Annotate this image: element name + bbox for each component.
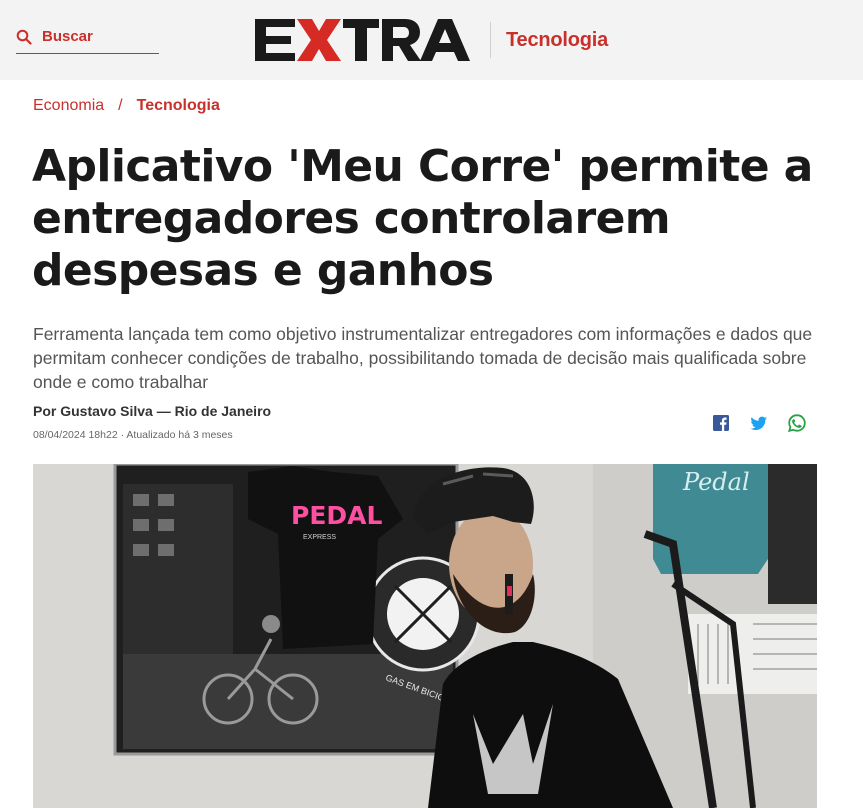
article-headline: Aplicativo 'Meu Corre' permite a entrega… bbox=[32, 141, 813, 296]
breadcrumb-tecnologia[interactable]: Tecnologia bbox=[137, 97, 220, 115]
search-icon bbox=[16, 29, 32, 45]
article-subtitle: Ferramenta lançada tem como objetivo ins… bbox=[33, 324, 813, 392]
article-dateline: 08/04/2024 18h22 · Atualizado há 3 meses bbox=[33, 429, 233, 441]
twitter-icon[interactable] bbox=[749, 413, 769, 433]
jersey-text-pedal-teal: Pedal bbox=[682, 468, 750, 496]
section-title[interactable]: Tecnologia bbox=[506, 29, 608, 52]
share-bar bbox=[711, 413, 807, 433]
jersey-text-express: EXPRESS bbox=[303, 534, 336, 541]
extra-logo[interactable] bbox=[255, 19, 477, 61]
jersey-text-pedal: PEDAL bbox=[291, 501, 383, 530]
site-header: Buscar Tecnologia bbox=[0, 0, 863, 80]
facebook-icon[interactable] bbox=[711, 413, 731, 433]
breadcrumb: Economia / Tecnologia bbox=[33, 97, 220, 115]
header-divider bbox=[490, 22, 491, 58]
breadcrumb-separator: / bbox=[118, 97, 123, 114]
search-button[interactable]: Buscar bbox=[16, 29, 159, 54]
search-label: Buscar bbox=[42, 28, 93, 45]
article-photo: GAS EM BICICLETA PEDAL EXPRESS Pedal bbox=[33, 464, 817, 808]
breadcrumb-economia[interactable]: Economia bbox=[33, 97, 104, 115]
article-byline: Por Gustavo Silva — Rio de Janeiro bbox=[33, 403, 272, 419]
whatsapp-icon[interactable] bbox=[787, 413, 807, 433]
